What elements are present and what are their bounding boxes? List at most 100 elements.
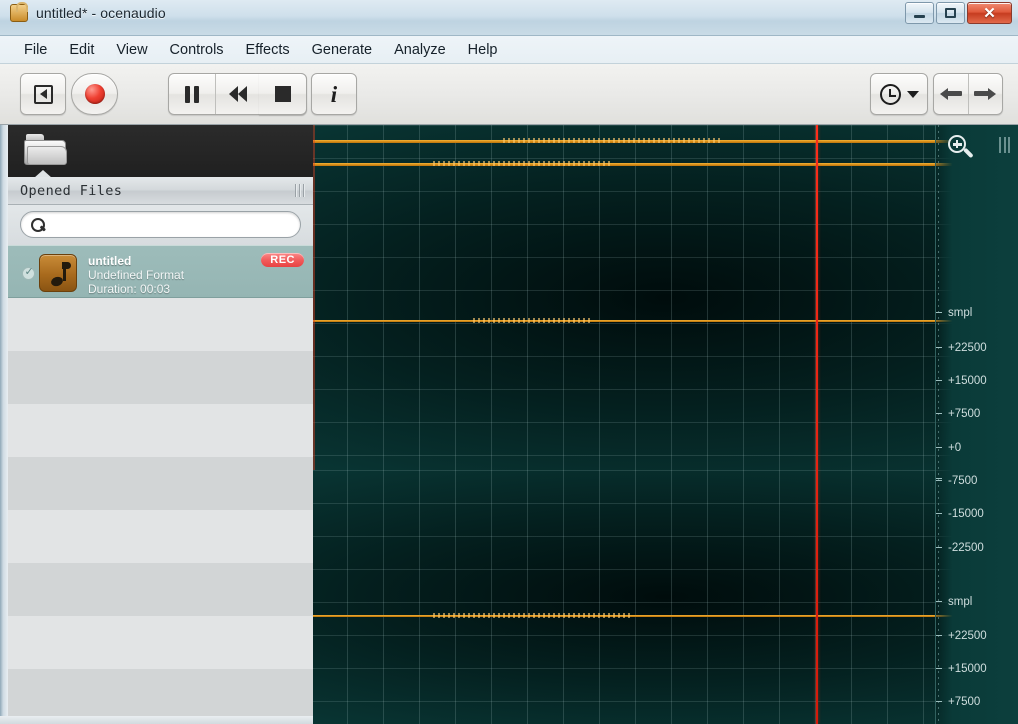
menu-item-view[interactable]: View [106, 39, 157, 61]
close-icon: ✕ [983, 6, 996, 21]
ruler-tick: +15000 [948, 374, 987, 388]
waveform-trace-center [313, 615, 1018, 617]
folder-icon[interactable] [24, 134, 70, 168]
waveform-noise [503, 138, 723, 143]
opened-files-header: Opened Files [8, 177, 313, 205]
transport-toolbar: i -00:00:02.651 hr min sec 44100 Hz ster… [0, 64, 1018, 125]
close-button[interactable]: ✕ [967, 2, 1012, 24]
empty-row [8, 298, 313, 351]
waveform-area[interactable]: smpl +22500 +15000 +7500 +0 -7500 -15000… [313, 125, 1018, 724]
empty-row [8, 563, 313, 616]
chevron-down-icon [907, 91, 919, 98]
goto-start-button[interactable] [21, 74, 65, 114]
empty-row [8, 616, 313, 669]
waveform-trace-clip-top2 [313, 163, 1018, 166]
zoom-in-icon[interactable] [948, 135, 974, 161]
waveform-channel-2[interactable] [313, 470, 1018, 724]
pause-button[interactable] [169, 74, 215, 114]
record-icon [85, 84, 105, 104]
record-group [71, 73, 118, 115]
minimize-button[interactable] [905, 2, 934, 24]
list-item[interactable]: untitled Undefined Format Duration: 00:0… [8, 245, 313, 298]
menu-item-file[interactable]: File [14, 39, 57, 61]
ruler-tick: +0 [948, 441, 961, 455]
opened-files-list[interactable]: untitled Undefined Format Duration: 00:0… [8, 245, 313, 717]
maximize-icon [945, 8, 956, 18]
ruler-tick: +7500 [948, 695, 980, 709]
panel-title: Opened Files [20, 183, 122, 199]
horizontal-grid [313, 470, 1018, 724]
ruler-tick: +22500 [948, 629, 987, 643]
ruler-tick: smpl [948, 595, 972, 609]
drag-grip-icon[interactable] [295, 184, 305, 197]
menu-item-help[interactable]: Help [458, 39, 508, 61]
waveform-noise [433, 161, 613, 166]
menu-item-generate[interactable]: Generate [302, 39, 382, 61]
search-input[interactable] [45, 214, 300, 236]
info-button[interactable]: i [312, 74, 356, 114]
empty-row [8, 404, 313, 457]
waveform-noise [473, 318, 593, 323]
search-icon [31, 218, 45, 232]
file-name: untitled [88, 254, 131, 268]
file-duration: Duration: 00:03 [88, 282, 170, 296]
menu-item-effects[interactable]: Effects [236, 39, 300, 61]
window-title: untitled* - ocenaudio [36, 5, 166, 21]
drag-grip-icon[interactable] [999, 137, 1010, 153]
stop-button[interactable] [259, 74, 306, 114]
empty-row [8, 669, 313, 717]
file-format: Undefined Format [88, 268, 184, 282]
bottom-resize-strip [0, 716, 313, 724]
pause-icon [185, 86, 199, 103]
previous-button[interactable] [934, 74, 968, 114]
title-bar-left: untitled* - ocenaudio [10, 4, 166, 22]
menu-item-controls[interactable]: Controls [160, 39, 234, 61]
sidebar-tab-strip [8, 125, 313, 177]
ruler-tick: -22500 [948, 541, 984, 555]
horizontal-grid [313, 125, 1018, 470]
arrow-right-icon [974, 88, 996, 100]
arrow-left-icon [940, 88, 962, 100]
playhead-cursor[interactable] [816, 125, 818, 724]
empty-row [8, 351, 313, 404]
window-controls: ✕ [905, 2, 1012, 24]
ruler-tick: smpl [948, 306, 972, 320]
search-box[interactable] [20, 211, 301, 238]
status-badge: REC [261, 253, 304, 267]
empty-row [8, 510, 313, 563]
stop-group [259, 73, 307, 115]
next-button[interactable] [968, 74, 1002, 114]
menu-item-analyze[interactable]: Analyze [384, 39, 456, 61]
amplitude-ruler[interactable]: smpl +22500 +15000 +7500 +0 -7500 -15000… [935, 125, 1018, 724]
search-zone [8, 205, 313, 245]
rewind-icon [229, 86, 247, 102]
menu-item-edit[interactable]: Edit [59, 39, 104, 61]
info-icon: i [331, 83, 337, 106]
file-thumbnail [39, 254, 77, 292]
navigation-group [933, 73, 1003, 115]
menu-bar: File Edit View Controls Effects Generate… [0, 36, 1018, 64]
rewind-button[interactable] [215, 74, 261, 114]
clock-icon [880, 84, 901, 105]
stop-icon [275, 86, 291, 102]
record-button[interactable] [72, 74, 117, 114]
sidebar: Opened Files untitled Undefined Format D… [0, 125, 313, 724]
maximize-button[interactable] [936, 2, 965, 24]
time-format-button[interactable] [870, 73, 928, 115]
minimize-icon [914, 15, 925, 18]
selection-start-marker[interactable] [313, 125, 315, 470]
title-bar: untitled* - ocenaudio ✕ [0, 0, 1018, 36]
waveform-noise [433, 613, 633, 618]
waveform-trace-center [313, 320, 1018, 322]
lock-icon [10, 4, 28, 22]
music-note-icon [51, 262, 68, 286]
go-to-start-icon [34, 85, 53, 104]
ruler-tick: +7500 [948, 407, 980, 421]
empty-row [8, 457, 313, 510]
file-checked-icon[interactable] [22, 267, 35, 280]
ruler-tick: +15000 [948, 662, 987, 676]
ruler-tick: -15000 [948, 507, 984, 521]
ocenaudio-window: untitled* - ocenaudio ✕ File Edit View C… [0, 0, 1018, 724]
waveform-channel-1[interactable] [313, 125, 1018, 470]
ruler-tick: +22500 [948, 341, 987, 355]
